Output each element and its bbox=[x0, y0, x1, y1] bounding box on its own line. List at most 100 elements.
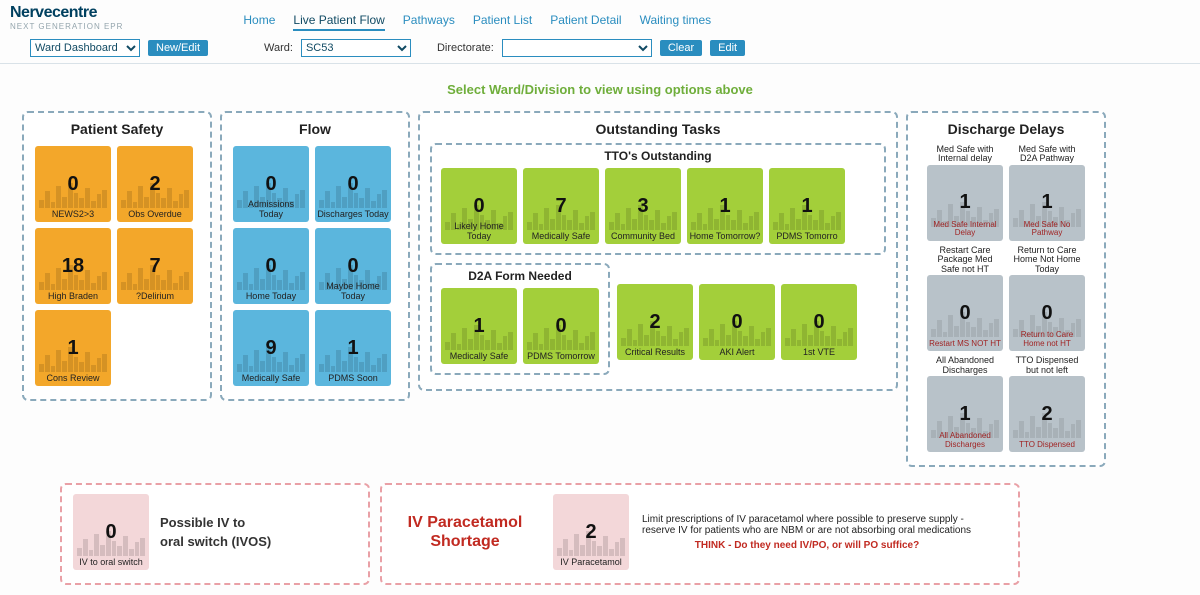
tab-home[interactable]: Home bbox=[243, 13, 275, 31]
tile-flow-3[interactable]: 0 Maybe Home Today bbox=[315, 228, 391, 304]
tile-value: 0 bbox=[1041, 302, 1052, 325]
tile-tto-2[interactable]: 3Community Bed bbox=[605, 168, 681, 244]
ivos-line2: oral switch (IVOS) bbox=[160, 532, 271, 552]
clear-button[interactable]: Clear bbox=[660, 40, 702, 56]
tile-d2a-1[interactable]: 0PDMS Tomorrow bbox=[523, 288, 599, 364]
tile-caption: All Abandoned Discharges bbox=[929, 432, 1001, 449]
tile-flow-0[interactable]: 0Admissions Today bbox=[233, 146, 309, 222]
tile-iv-paracetamol[interactable]: 2IV Paracetamol bbox=[553, 494, 629, 570]
tile-tto-3[interactable]: 1Home Tomorrow? bbox=[687, 168, 763, 244]
tile-value: 1 bbox=[801, 195, 812, 218]
tile-free-2[interactable]: 0 1st VTE bbox=[781, 284, 857, 360]
tile-caption: Medically Safe bbox=[525, 232, 597, 241]
tile-caption: PDMS Tomorro bbox=[771, 232, 843, 241]
tab-patient-detail[interactable]: Patient Detail bbox=[550, 13, 621, 31]
tile-value: 0 bbox=[813, 311, 824, 334]
edit-button[interactable]: Edit bbox=[710, 40, 745, 56]
tile-caption: PDMS Soon bbox=[317, 374, 389, 383]
tile-safety-0[interactable]: 0NEWS2>3 bbox=[35, 146, 111, 222]
ward-select[interactable]: SC53 bbox=[301, 39, 411, 57]
ward-label: Ward: bbox=[264, 42, 293, 54]
tab-live-patient-flow[interactable]: Live Patient Flow bbox=[293, 13, 384, 31]
tile-caption: ?Delirium bbox=[119, 292, 191, 301]
tile-value: 18 bbox=[62, 255, 84, 278]
new-edit-button[interactable]: New/Edit bbox=[148, 40, 208, 56]
tile-ivos[interactable]: 0IV to oral switch bbox=[73, 494, 149, 570]
delay-top-label: TTO Dispensed but not left bbox=[1009, 356, 1085, 375]
tile-safety-4[interactable]: 1Cons Review bbox=[35, 310, 111, 386]
tile-caption: Return to Care Home not HT bbox=[1011, 331, 1083, 348]
tile-caption: Likely Home Today bbox=[443, 222, 515, 241]
directorate-label: Directorate: bbox=[437, 42, 494, 54]
subpanel-d2a: D2A Form Needed 1Medically Safe0PDMS Tom… bbox=[430, 263, 610, 375]
tile-value: 1 bbox=[473, 315, 484, 338]
tile-value: 0 bbox=[347, 173, 358, 196]
dashboard-select[interactable]: Ward Dashboard bbox=[30, 39, 140, 57]
tab-waiting-times[interactable]: Waiting times bbox=[640, 13, 712, 31]
tile-delay-1-1[interactable]: 0 Return to Care Home not HT bbox=[1009, 275, 1085, 351]
tile-caption: PDMS Tomorrow bbox=[525, 352, 597, 361]
brand-name: Nervecentre bbox=[10, 4, 123, 22]
panel-title: Flow bbox=[230, 121, 400, 137]
tile-flow-5[interactable]: 1 PDMS Soon bbox=[315, 310, 391, 386]
tile-value: 0 bbox=[473, 195, 484, 218]
delay-top-label: Med Safe with Internal delay bbox=[927, 145, 1003, 164]
shortage-think: THINK - Do they need IV/PO, or will PO s… bbox=[642, 540, 972, 551]
tile-value: 0 bbox=[347, 255, 358, 278]
tile-tto-4[interactable]: 1 PDMS Tomorro bbox=[769, 168, 845, 244]
tile-delay-0-0[interactable]: 1 Med Safe Internal Delay bbox=[927, 165, 1003, 241]
tab-pathways[interactable]: Pathways bbox=[403, 13, 455, 31]
tile-flow-1[interactable]: 0Discharges Today bbox=[315, 146, 391, 222]
tile-value: 1 bbox=[959, 191, 970, 214]
tile-tto-0[interactable]: 0 Likely Home Today bbox=[441, 168, 517, 244]
panel-title: Outstanding Tasks bbox=[428, 121, 888, 137]
tile-caption: 1st VTE bbox=[783, 348, 855, 357]
tile-delay-2-0[interactable]: 1All Abandoned Discharges bbox=[927, 376, 1003, 452]
tile-value: 1 bbox=[1041, 191, 1052, 214]
tile-value: 2 bbox=[1041, 403, 1052, 426]
tile-caption: Critical Results bbox=[619, 348, 691, 357]
tab-patient-list[interactable]: Patient List bbox=[473, 13, 532, 31]
tile-value: 7 bbox=[149, 255, 160, 278]
shortage-title-2: Shortage bbox=[390, 532, 540, 551]
tile-value: 3 bbox=[637, 195, 648, 218]
directorate-select[interactable] bbox=[502, 39, 652, 57]
tile-tto-1[interactable]: 7Medically Safe bbox=[523, 168, 599, 244]
tile-value: 0 bbox=[265, 255, 276, 278]
tile-caption: Medically Safe bbox=[235, 374, 307, 383]
tile-free-0[interactable]: 2 Critical Results bbox=[617, 284, 693, 360]
tile-caption: High Braden bbox=[37, 292, 109, 301]
delay-top-label: Med Safe with D2A Pathway bbox=[1009, 145, 1085, 164]
tile-caption: Medically Safe bbox=[443, 352, 515, 361]
tile-caption: Med Safe No Pathway bbox=[1011, 221, 1083, 238]
hint-text: Select Ward/Division to view using optio… bbox=[0, 82, 1200, 97]
tile-safety-3[interactable]: 7 ?Delirium bbox=[117, 228, 193, 304]
tile-caption: Cons Review bbox=[37, 374, 109, 383]
tile-delay-2-1[interactable]: 2TTO Dispensed bbox=[1009, 376, 1085, 452]
panel-title: Patient Safety bbox=[32, 121, 202, 137]
tile-value: 2 bbox=[649, 311, 660, 334]
panel-patient-safety: Patient Safety 0NEWS2>32Obs Overdue 18 Hig… bbox=[22, 111, 212, 401]
tile-value: 0 bbox=[959, 302, 970, 325]
tile-d2a-0[interactable]: 1 Medically Safe bbox=[441, 288, 517, 364]
tile-flow-4[interactable]: 9Medically Safe bbox=[233, 310, 309, 386]
ivos-line1: Possible IV to bbox=[160, 513, 271, 533]
shortage-body: Limit prescriptions of IV paracetamol wh… bbox=[642, 514, 971, 536]
panel-flow: Flow 0Admissions Today0Discharges Today0… bbox=[220, 111, 410, 401]
delay-top-label: All Abandoned Discharges bbox=[927, 356, 1003, 375]
brand-subtitle: NEXT GENERATION EPR bbox=[10, 22, 123, 31]
tile-caption: NEWS2>3 bbox=[37, 210, 109, 219]
tile-flow-2[interactable]: 0Home Today bbox=[233, 228, 309, 304]
tile-delay-0-1[interactable]: 1 Med Safe No Pathway bbox=[1009, 165, 1085, 241]
tile-safety-1[interactable]: 2Obs Overdue bbox=[117, 146, 193, 222]
delay-top-label: Return to Care Home Not Home Today bbox=[1009, 246, 1085, 274]
tile-delay-1-0[interactable]: 0Restart MS NOT HT bbox=[927, 275, 1003, 351]
tile-caption: Med Safe Internal Delay bbox=[929, 221, 1001, 238]
tile-caption: AKI Alert bbox=[701, 348, 773, 357]
tile-caption: Maybe Home Today bbox=[317, 282, 389, 301]
tile-value: 2 bbox=[149, 173, 160, 196]
tile-safety-2[interactable]: 18 High Braden bbox=[35, 228, 111, 304]
panel-title: Discharge Delays bbox=[916, 121, 1096, 137]
tile-free-1[interactable]: 0AKI Alert bbox=[699, 284, 775, 360]
tile-value: 1 bbox=[347, 337, 358, 360]
